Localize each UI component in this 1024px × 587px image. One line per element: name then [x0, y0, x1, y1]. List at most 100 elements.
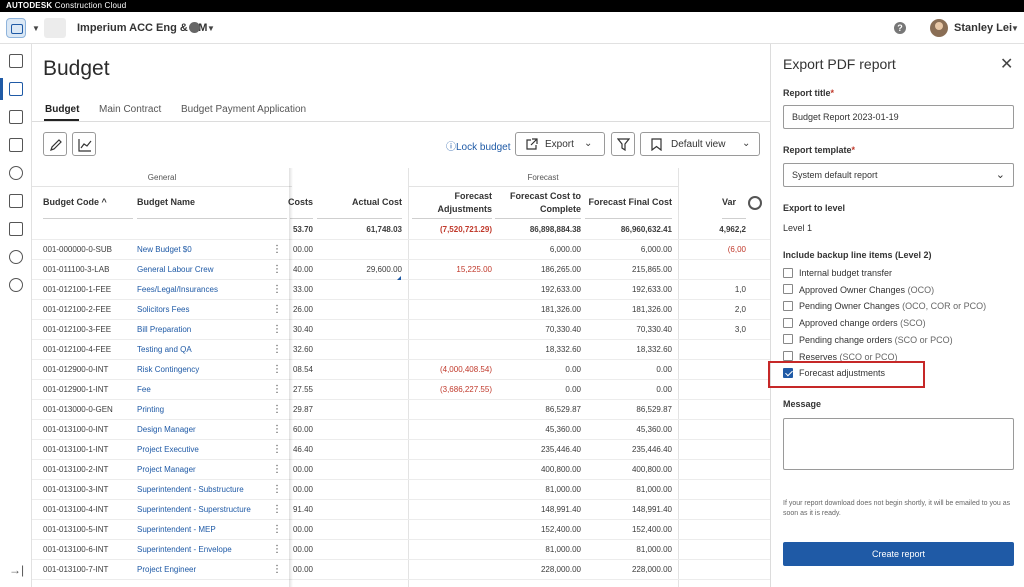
row-menu-icon[interactable]: ⋮: [272, 440, 282, 460]
row-menu-icon[interactable]: ⋮: [272, 280, 282, 300]
cell-name[interactable]: Superintendent - MEP: [137, 520, 269, 540]
row-menu-icon[interactable]: ⋮: [272, 340, 282, 360]
help-icon[interactable]: ?: [894, 22, 906, 34]
row-menu-icon[interactable]: ⋮: [272, 420, 282, 440]
checkbox-icon[interactable]: [783, 267, 793, 278]
cost-icon[interactable]: [9, 82, 23, 96]
cell-name[interactable]: Project Manager: [137, 460, 269, 480]
cell-name[interactable]: Superintendent - Superstructure: [137, 500, 269, 520]
change-orders-icon[interactable]: [9, 110, 23, 124]
cell-name[interactable]: Superintendent - Substructure: [137, 480, 269, 500]
table-row[interactable]: 001-013100-4-INT Superintendent - Superst…: [32, 500, 770, 520]
edit-button[interactable]: [43, 132, 67, 156]
row-menu-icon[interactable]: ⋮: [272, 540, 282, 560]
row-menu-icon[interactable]: ⋮: [272, 500, 282, 520]
checklist-icon[interactable]: [9, 222, 23, 236]
row-menu-icon[interactable]: ⋮: [272, 380, 282, 400]
row-menu-icon[interactable]: ⋮: [272, 460, 282, 480]
row-menu-icon[interactable]: ⋮: [272, 560, 282, 580]
tab-budget-payment-application[interactable]: Budget Payment Application: [181, 104, 306, 115]
table-row[interactable]: 001-012100-4-FEE Testing and QA 32.60 18,33…: [32, 340, 770, 360]
cell-name[interactable]: Superintendent - Envelope: [137, 540, 269, 560]
col-header-forecast-adjustments[interactable]: Forecast Adjustments: [412, 187, 492, 219]
backup-option[interactable]: Pending Owner Changes (OCO, COR or PCO): [783, 300, 986, 314]
payments-icon[interactable]: [9, 138, 23, 152]
table-row[interactable]: 001-012100-2-FEE Solicitors Fees 26.00 181,…: [32, 300, 770, 320]
table-row[interactable]: 001-013000-0-GEN Printing 29.87 86,529.87 86…: [32, 400, 770, 420]
module-switcher-icon[interactable]: [6, 18, 26, 38]
col-header-actual-cost[interactable]: Actual Cost: [317, 187, 402, 219]
row-menu-icon[interactable]: ⋮: [272, 400, 282, 420]
project-name[interactable]: Imperium ACC Eng & PM: [77, 22, 207, 34]
row-menu-icon[interactable]: ⋮: [272, 240, 282, 260]
cell-name[interactable]: New Budget $0: [137, 240, 269, 260]
table-row[interactable]: 001-012900-1-INT Fee 27.55 (3,686,227.55) 0.…: [32, 380, 770, 400]
col-header-forecast-cost-to-complete[interactable]: Forecast Cost to Complete: [495, 187, 581, 219]
binoculars-icon[interactable]: [9, 166, 23, 180]
table-row[interactable]: 001-013100-0-INT Design Manager 60.00 45,36…: [32, 420, 770, 440]
user-caret-icon[interactable]: ▼: [1011, 24, 1019, 33]
table-row[interactable]: 001-012100-1-FEE Fees/Legal/Insurances 33.…: [32, 280, 770, 300]
cell-name[interactable]: Risk Contingency: [137, 360, 269, 380]
cell-name[interactable]: Project Engineer: [137, 560, 269, 580]
row-menu-icon[interactable]: ⋮: [272, 480, 282, 500]
row-menu-icon[interactable]: ⋮: [272, 260, 282, 280]
lock-budget-link[interactable]: ⓘLock budget: [446, 138, 511, 153]
message-textarea[interactable]: [783, 418, 1014, 470]
collapse-icon[interactable]: →|: [9, 563, 24, 577]
table-row[interactable]: 001-012900-0-INT Risk Contingency 08.54 (4,…: [32, 360, 770, 380]
col-header-variance[interactable]: Var: [722, 187, 746, 219]
table-row[interactable]: 001-011100-3-LAB General Labour Crew 40.00…: [32, 260, 770, 280]
document-icon[interactable]: [9, 194, 23, 208]
filter-button[interactable]: [611, 132, 635, 156]
report-title-input[interactable]: Budget Report 2023-01-19: [783, 105, 1014, 129]
table-row[interactable]: 001-013100-6-INT Superintendent - Envelop…: [32, 540, 770, 560]
cell-name[interactable]: Fees/Legal/Insurances: [137, 280, 269, 300]
cell-name[interactable]: General Labour Crew: [137, 260, 269, 280]
project-caret-icon[interactable]: ▼: [207, 24, 215, 33]
table-row[interactable]: 001-012100-3-FEE Bill Preparation 30.40 70,…: [32, 320, 770, 340]
backup-option[interactable]: Approved Owner Changes (OCO): [783, 284, 934, 298]
close-icon[interactable]: ✕: [1000, 54, 1013, 74]
table-row[interactable]: 001-013100-3-INT Superintendent - Substru…: [32, 480, 770, 500]
cell-name[interactable]: Solicitors Fees: [137, 300, 269, 320]
row-menu-icon[interactable]: ⋮: [272, 300, 282, 320]
user-name[interactable]: Stanley Lei: [954, 22, 1012, 34]
backup-option[interactable]: Approved change orders (SCO): [783, 317, 926, 331]
row-menu-icon[interactable]: ⋮: [272, 320, 282, 340]
col-header-costs[interactable]: Costs: [288, 187, 313, 219]
cell-name[interactable]: Fee: [137, 380, 269, 400]
row-menu-icon[interactable]: ⋮: [272, 360, 282, 380]
view-selector[interactable]: Default view ⌄: [640, 132, 760, 156]
checkbox-icon[interactable]: [783, 301, 793, 312]
cell-name[interactable]: Printing: [137, 400, 269, 420]
chart-button[interactable]: [72, 132, 96, 156]
cell-name[interactable]: Bill Preparation: [137, 320, 269, 340]
checkbox-icon[interactable]: [783, 284, 793, 295]
backup-option[interactable]: Pending change orders (SCO or PCO): [783, 334, 953, 348]
checkbox-icon[interactable]: [783, 334, 793, 345]
cell-name[interactable]: Testing and QA: [137, 340, 269, 360]
cell-name[interactable]: Design Manager: [137, 420, 269, 440]
checkbox-icon[interactable]: [783, 351, 793, 362]
cell-name[interactable]: Project Executive: [137, 440, 269, 460]
table-row[interactable]: 001-013100-2-INT Project Manager 00.00 400,…: [32, 460, 770, 480]
table-row[interactable]: 001-013100-7-INT Project Engineer 00.00 228…: [32, 560, 770, 580]
members-icon[interactable]: [9, 250, 23, 264]
checkbox-icon[interactable]: [783, 317, 793, 328]
backup-option[interactable]: Internal budget transfer: [783, 267, 892, 281]
col-header-budget-name[interactable]: Budget Name: [137, 187, 287, 219]
table-row[interactable]: 001-013100-5-INT Superintendent - MEP 00.0…: [32, 520, 770, 540]
table-row[interactable]: 001-013100-1-INT Project Executive 46.40 23…: [32, 440, 770, 460]
avatar[interactable]: [930, 19, 948, 37]
create-report-button[interactable]: Create report: [783, 542, 1014, 566]
tab-main-contract[interactable]: Main Contract: [99, 104, 161, 115]
module-caret-icon[interactable]: ▼: [32, 24, 40, 33]
col-header-forecast-final-cost[interactable]: Forecast Final Cost: [585, 187, 672, 219]
col-header-budget-code[interactable]: Budget Code ^: [43, 187, 133, 219]
export-button[interactable]: Export ⌄: [515, 132, 605, 156]
row-menu-icon[interactable]: ⋮: [272, 520, 282, 540]
report-template-select[interactable]: System default report ⌄: [783, 163, 1014, 187]
home-icon[interactable]: [9, 54, 23, 68]
table-row[interactable]: 001-000000-0-SUB New Budget $0 00.00 6,000.…: [32, 240, 770, 260]
